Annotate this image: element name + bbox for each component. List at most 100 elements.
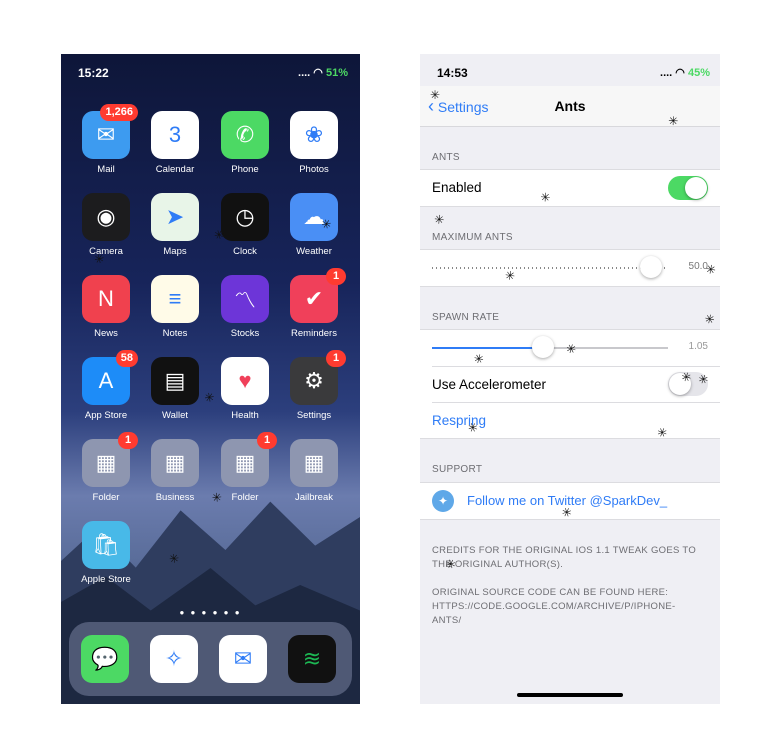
app-label: Photos [299, 164, 329, 175]
app-folder[interactable]: ▦ 1 Folder [210, 432, 280, 503]
home-indicator[interactable] [517, 693, 623, 697]
app-calendar[interactable]: 3 Calendar [140, 111, 210, 175]
camera-icon: ◉ [82, 193, 130, 241]
app-label: Calendar [155, 164, 195, 175]
app-label: Weather [296, 246, 332, 257]
section-header-ants: ANTS [432, 152, 460, 163]
app-label: Business [155, 492, 195, 503]
notification-badge: 1,266 [100, 104, 138, 121]
battery-level: 45% [687, 67, 710, 79]
app-label: Stocks [230, 328, 260, 339]
business-folder-icon: ▦ [151, 439, 199, 487]
notification-badge: 1 [118, 432, 138, 449]
page-indicator[interactable]: ● ● ● ● ● ● [61, 608, 360, 617]
separator [432, 366, 720, 367]
app-label: Folder [231, 492, 259, 503]
safari-icon[interactable]: ✧ [150, 635, 198, 683]
app-label: Maps [163, 246, 187, 257]
app-phone[interactable]: ✆ Phone [210, 111, 280, 175]
app-clock[interactable]: ◷ Clock [210, 193, 280, 257]
app-photos[interactable]: ❀ Photos [279, 111, 349, 175]
app-folder[interactable]: ▦ 1 Folder [71, 432, 141, 503]
app-wallet[interactable]: ▤ Wallet [140, 357, 210, 421]
maximum-ants-slider[interactable] [432, 256, 668, 278]
status-right: .... ◠ 51% [298, 66, 348, 79]
notes-icon: ≡ [151, 275, 199, 323]
app-label: Reminders [291, 328, 337, 339]
app-apple-store[interactable]: 🛍 Apple Store [71, 521, 141, 585]
app-weather[interactable]: ☁ Weather [279, 193, 349, 257]
app-label: Camera [89, 246, 123, 257]
app-label: App Store [84, 410, 128, 421]
respring-button[interactable]: Respring [432, 413, 486, 428]
apple-store-icon: 🛍 [82, 521, 130, 569]
signal-icon: .... [298, 67, 314, 79]
enabled-toggle[interactable] [668, 176, 708, 200]
app-stocks[interactable]: 〽 Stocks [210, 275, 280, 339]
app-label: Phone [231, 164, 259, 175]
app-label: Apple Store [81, 574, 131, 585]
app-mail[interactable]: ✉ 1,266 Mail [71, 104, 141, 175]
app-news[interactable]: N News [71, 275, 141, 339]
app-settings[interactable]: ⚙ 1 Settings [279, 350, 349, 421]
app-maps[interactable]: ➤ Maps [140, 193, 210, 257]
dock: 💬 ✧ ✉ ≋ [69, 622, 352, 696]
notification-badge: 1 [326, 350, 346, 367]
home-screen: 15:22 .... ◠ 51% ✉ 1,266 Mail 3 Calendar ✆ Pho… [61, 54, 360, 704]
page-title: Ants [554, 98, 586, 114]
folder-icon: ▦ 1 [221, 432, 277, 487]
enabled-label: Enabled [432, 180, 482, 195]
maximum-ants-value: 50.0 [688, 261, 708, 272]
app-label: Wallet [161, 410, 189, 421]
app-reminders[interactable]: ✔ 1 Reminders [279, 268, 349, 339]
status-time: 15:22 [78, 66, 109, 80]
toggle-knob [685, 177, 707, 199]
messenger-icon[interactable]: ✉ [219, 635, 267, 683]
spawn-rate-value: 1.05 [688, 341, 708, 352]
messages-icon[interactable]: 💬 [81, 635, 129, 683]
navigation-bar: ‹ Settings Ants [420, 86, 720, 127]
mail-icon: ✉ 1,266 [82, 104, 138, 159]
spawn-rate-slider[interactable] [432, 336, 668, 358]
twitter-cell[interactable]: ✦ Follow me on Twitter @SparkDev_ [420, 482, 720, 520]
twitter-link[interactable]: Follow me on Twitter @SparkDev_ [467, 493, 667, 508]
slider-knob[interactable] [640, 256, 663, 278]
credits-footer: CREDITS FOR THE ORIGINAL IOS 1.1 TWEAK G… [432, 545, 697, 570]
clock-icon: ◷ [221, 193, 269, 241]
enabled-cell: Enabled [420, 169, 720, 207]
app-business[interactable]: ▦ Business [140, 439, 210, 503]
accelerometer-toggle[interactable] [668, 372, 708, 396]
health-icon: ♥ [221, 357, 269, 405]
maps-icon: ➤ [151, 193, 199, 241]
twitter-icon: ✦ [432, 490, 454, 512]
accelerometer-label: Use Accelerometer [432, 377, 547, 392]
wifi-icon: ◠ [675, 67, 685, 79]
status-right: .... ◠ 45% [660, 66, 710, 79]
wallet-icon: ▤ [151, 357, 199, 405]
spotify-icon[interactable]: ≋ [288, 635, 336, 683]
phone-icon: ✆ [221, 111, 269, 159]
maximum-ants-cell: 50.0 [420, 249, 720, 287]
app-label: Health [231, 410, 259, 421]
app-label: Settings [296, 410, 332, 421]
app-label: Folder [92, 492, 120, 503]
section-header-maximum-ants: MAXIMUM ANTS [432, 232, 513, 243]
reminders-icon: ✔ 1 [290, 268, 346, 323]
app-store-icon: A 58 [82, 350, 138, 405]
app-label: Jailbreak [294, 492, 334, 503]
signal-icon: .... [660, 67, 676, 79]
app-app-store[interactable]: A 58 App Store [71, 350, 141, 421]
jailbreak-folder-icon: ▦ [290, 439, 338, 487]
status-bar: 14:53 .... ◠ 45% [420, 54, 720, 82]
app-jailbreak[interactable]: ▦ Jailbreak [279, 439, 349, 503]
app-camera[interactable]: ◉ Camera [71, 193, 141, 257]
wifi-icon: ◠ [313, 67, 323, 79]
calendar-icon: 3 [151, 111, 199, 159]
app-label: Clock [233, 246, 257, 257]
section-header-support: SUPPORT [432, 464, 483, 475]
slider-knob[interactable] [531, 336, 554, 358]
notification-badge: 1 [326, 268, 346, 285]
spawn-rate-group: 1.05 Use Accelerometer Respring [420, 329, 720, 439]
app-notes[interactable]: ≡ Notes [140, 275, 210, 339]
app-health[interactable]: ♥ Health [210, 357, 280, 421]
